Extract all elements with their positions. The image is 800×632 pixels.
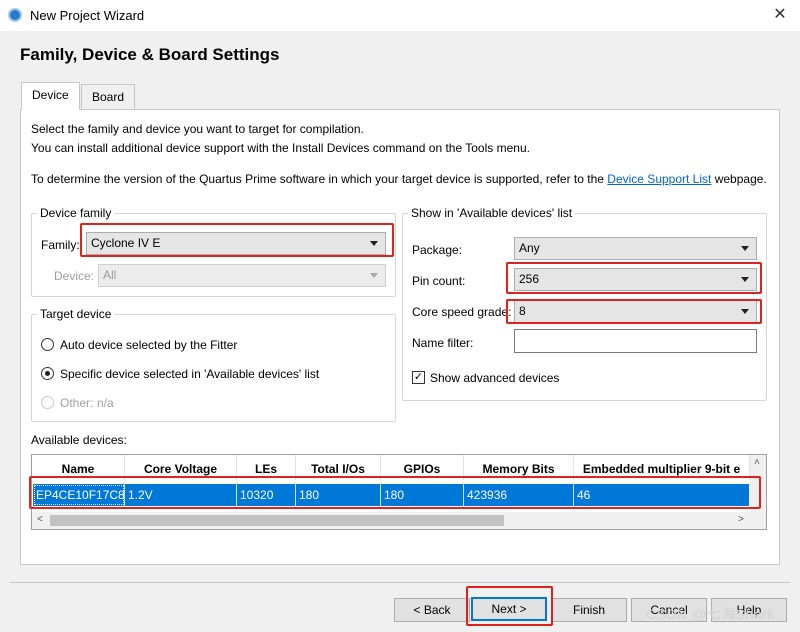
column-header[interactable]: GPIOs [381,455,464,480]
intro-line-2: You can install additional device suppor… [31,141,530,155]
watermark: CSDN @七海Shark [646,606,775,622]
core-speed-dropdown[interactable]: 8 [514,300,757,323]
family-dropdown[interactable]: Cyclone IV E [86,232,386,255]
title-bar: New Project Wizard ✕ [0,0,800,31]
close-icon[interactable]: ✕ [770,5,790,25]
show-advanced-checkbox[interactable]: ✓ [412,371,425,384]
other-device-value: n/a [97,396,114,410]
core-speed-value: 8 [519,304,526,318]
target-device-title: Target device [37,307,115,321]
finish-button[interactable]: Finish [551,598,627,622]
intro-line-3: To determine the version of the Quartus … [31,172,767,186]
package-label: Package: [412,243,463,257]
back-button[interactable]: < Back [394,598,470,622]
next-button[interactable]: Next > [471,597,547,621]
device-family-title: Device family [37,206,115,220]
quartus-app-icon [8,8,22,22]
name-filter-label: Name filter: [412,336,474,350]
horizontal-scrollbar[interactable]: < > [32,512,766,529]
intro-line-1: Select the family and device you want to… [31,122,364,136]
vertical-scrollbar[interactable]: ˄ [750,455,766,512]
chevron-down-icon [370,241,378,246]
column-header[interactable]: LEs [237,455,296,480]
table-cell: 46 [577,488,591,502]
column-header[interactable]: Total I/Os [296,455,381,480]
family-value: Cyclone IV E [91,236,161,250]
table-cell: 180 [296,484,381,506]
window-title: New Project Wizard [30,8,145,23]
table-cell: 423936 [464,484,574,506]
chevron-down-icon [741,309,749,314]
table-row[interactable]: EP4CE10F17C8 1.2V 10320 180 180 423936 4… [33,484,749,506]
device-support-list-link[interactable]: Device Support List [607,172,711,186]
scroll-left-icon[interactable]: < [37,514,43,525]
pin-count-value: 256 [519,272,540,286]
auto-device-label: Auto device selected by the Fitter [60,338,238,352]
other-device-label: Other: [60,396,94,410]
chevron-down-icon [741,277,749,282]
scroll-up-icon[interactable]: ˄ [754,457,760,468]
available-devices-table: Name Core Voltage LEs Total I/Os GPIOs M… [31,454,767,530]
scrollbar-thumb[interactable] [50,515,504,526]
show-advanced-label: Show advanced devices [430,371,560,385]
scroll-right-icon[interactable]: > [738,514,744,525]
name-filter-input[interactable] [514,329,757,353]
table-cell: 10320 [237,484,296,506]
table-cell: EP4CE10F17C8 [33,484,125,506]
specific-device-label: Specific device selected in 'Available d… [60,367,320,381]
footer-separator [10,582,790,583]
package-dropdown[interactable]: Any [514,237,757,260]
column-header[interactable]: Name [32,455,125,480]
pin-count-dropdown[interactable]: 256 [514,268,757,291]
intro-line-3-suffix: webpage. [714,172,767,186]
pin-count-label: Pin count: [412,274,466,288]
column-header[interactable]: Memory Bits [464,455,574,480]
column-header[interactable]: Embedded multiplier 9-bit e [574,455,750,480]
other-device-radio[interactable] [41,396,54,409]
tab-board[interactable]: Board [81,84,136,110]
chevron-down-icon [741,246,749,251]
device-dropdown[interactable]: All [98,264,386,287]
tab-device[interactable]: Device [21,82,80,110]
page-heading: Family, Device & Board Settings [20,45,280,64]
column-header[interactable]: Core Voltage [125,455,237,480]
package-value: Any [519,241,540,255]
table-cell: 1.2V [125,484,237,506]
available-devices-label: Available devices: [31,433,127,447]
device-label: Device: [54,269,95,283]
chevron-down-icon [370,273,378,278]
device-value: All [103,268,117,282]
intro-line-3-prefix: To determine the version of the Quartus … [31,172,604,186]
family-label: Family: [41,238,80,252]
auto-device-radio[interactable] [41,338,54,351]
table-cell: 180 [381,484,464,506]
specific-device-radio[interactable] [41,367,54,380]
show-in-list-title: Show in 'Available devices' list [408,206,576,220]
core-speed-label: Core speed grade: [412,305,512,319]
